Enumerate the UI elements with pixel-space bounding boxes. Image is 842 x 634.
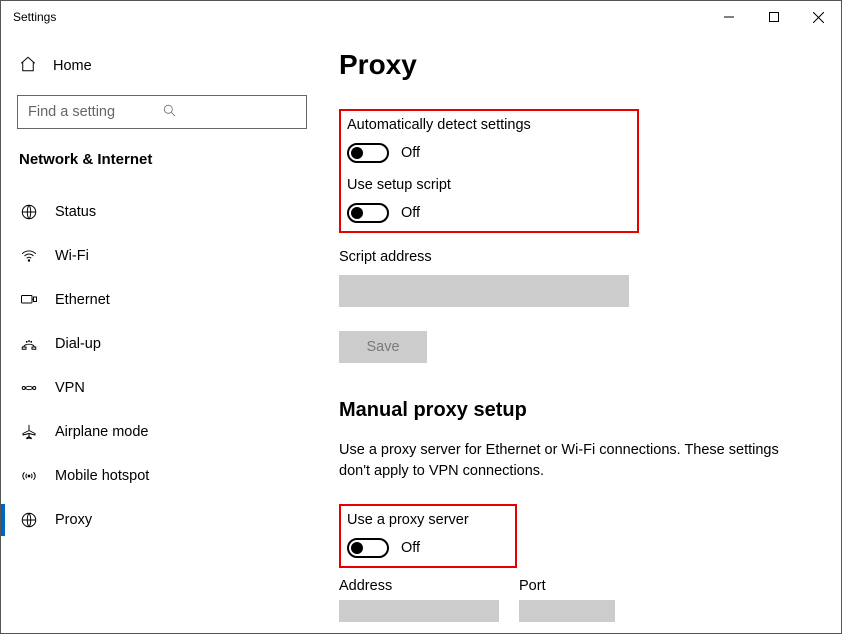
- home-label: Home: [53, 58, 92, 74]
- auto-proxy-highlight: Automatically detect settings Off Use se…: [339, 109, 639, 233]
- hotspot-icon: [19, 467, 39, 485]
- page-title: Proxy: [339, 49, 813, 81]
- home-icon: [19, 55, 37, 77]
- sidebar-item-label: Airplane mode: [55, 424, 149, 440]
- sidebar-category: Network & Internet: [15, 151, 305, 188]
- sidebar-item-wifi[interactable]: Wi-Fi: [15, 234, 305, 278]
- vpn-icon: [19, 379, 39, 397]
- home-link[interactable]: Home: [15, 43, 305, 93]
- use-proxy-highlight: Use a proxy server Off: [339, 504, 517, 568]
- script-address-input: [339, 275, 629, 307]
- address-input: [339, 600, 499, 622]
- auto-detect-state: Off: [401, 145, 420, 161]
- sidebar-item-label: Wi-Fi: [55, 248, 89, 264]
- address-label: Address: [339, 578, 499, 594]
- search-input[interactable]: Find a setting: [17, 95, 307, 129]
- sidebar-item-label: Dial-up: [55, 336, 101, 352]
- sidebar-item-airplane[interactable]: Airplane mode: [15, 410, 305, 454]
- sidebar-item-label: Status: [55, 204, 96, 220]
- proxy-icon: [19, 511, 39, 529]
- auto-detect-label: Automatically detect settings: [347, 117, 531, 133]
- sidebar-item-hotspot[interactable]: Mobile hotspot: [15, 454, 305, 498]
- setup-script-label: Use setup script: [347, 177, 531, 193]
- use-proxy-state: Off: [401, 540, 420, 556]
- window-title: Settings: [13, 10, 56, 24]
- dialup-icon: [19, 335, 39, 353]
- status-icon: [19, 203, 39, 221]
- minimize-button[interactable]: [706, 1, 751, 33]
- manual-proxy-desc: Use a proxy server for Ethernet or Wi-Fi…: [339, 440, 809, 482]
- sidebar-item-dialup[interactable]: Dial-up: [15, 322, 305, 366]
- sidebar-item-label: VPN: [55, 380, 85, 396]
- use-proxy-label: Use a proxy server: [347, 512, 469, 528]
- ethernet-icon: [19, 291, 39, 309]
- sidebar-item-ethernet[interactable]: Ethernet: [15, 278, 305, 322]
- wifi-icon: [19, 247, 39, 265]
- maximize-button[interactable]: [751, 1, 796, 33]
- search-icon: [162, 103, 296, 122]
- sidebar-item-status[interactable]: Status: [15, 190, 305, 234]
- sidebar-item-label: Mobile hotspot: [55, 468, 149, 484]
- content: Proxy Automatically detect settings Off …: [311, 33, 841, 633]
- sidebar-item-label: Proxy: [55, 512, 92, 528]
- close-button[interactable]: [796, 1, 841, 33]
- use-proxy-toggle[interactable]: [347, 538, 389, 558]
- port-label: Port: [519, 578, 615, 594]
- save-button: Save: [339, 331, 427, 363]
- setup-script-state: Off: [401, 205, 420, 221]
- port-input: [519, 600, 615, 622]
- sidebar-item-label: Ethernet: [55, 292, 110, 308]
- auto-detect-toggle[interactable]: [347, 143, 389, 163]
- sidebar-item-proxy[interactable]: Proxy: [15, 498, 305, 542]
- search-placeholder: Find a setting: [28, 104, 162, 120]
- titlebar: Settings: [1, 1, 841, 33]
- sidebar: Home Find a setting Network & Internet S…: [1, 33, 311, 633]
- sidebar-nav: Status Wi-Fi Ethernet Dial-up VPN: [15, 190, 305, 542]
- settings-window: Settings Home Find a setting: [0, 0, 842, 634]
- script-address-label: Script address: [339, 249, 813, 265]
- sidebar-item-vpn[interactable]: VPN: [15, 366, 305, 410]
- setup-script-toggle[interactable]: [347, 203, 389, 223]
- airplane-icon: [19, 423, 39, 441]
- manual-proxy-title: Manual proxy setup: [339, 399, 813, 422]
